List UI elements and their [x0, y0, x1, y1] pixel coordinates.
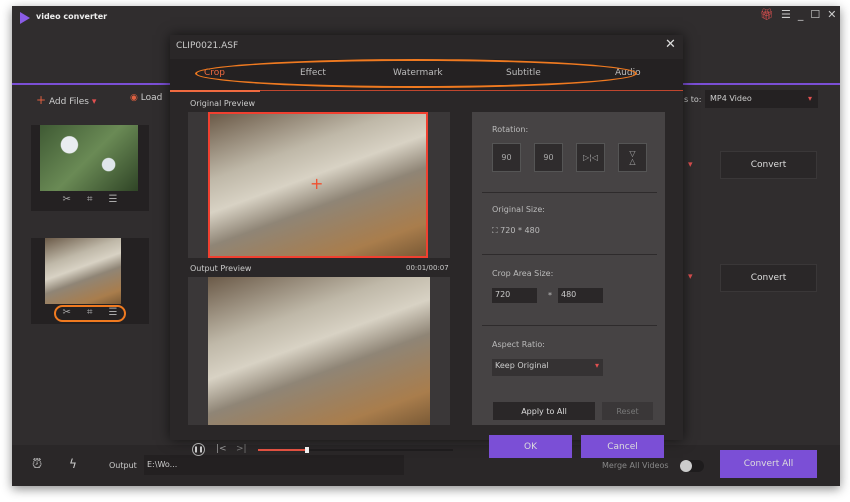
app-title: video converter	[36, 12, 108, 21]
add-files-button[interactable]: + Add Files ▾	[36, 93, 96, 107]
load-icon: ◉	[130, 93, 138, 103]
active-tab-indicator	[170, 90, 260, 92]
menu-icon[interactable]: ☰	[781, 8, 791, 21]
divider	[482, 254, 657, 255]
effects-icon[interactable]: ☰	[109, 194, 118, 205]
dropdown-icon[interactable]: ▾	[92, 97, 97, 107]
output-preview-label: Output Preview	[190, 264, 252, 273]
crosshair-icon[interactable]: +	[310, 174, 323, 193]
pause-icon[interactable]: ❚❚	[192, 443, 205, 456]
file-thumbnail-1[interactable]: ✂ ⌗ ☰	[31, 125, 149, 211]
original-size-value: 720 * 480	[500, 226, 540, 235]
original-size-label: Original Size:	[492, 205, 545, 214]
dialog-title: CLIP0021.ASF	[176, 41, 239, 51]
crop-separator: *	[548, 291, 552, 300]
crop-height-input[interactable]: 480	[558, 288, 603, 303]
maximize-icon[interactable]: ☐	[810, 8, 820, 21]
crop-width-input[interactable]: 720	[492, 288, 537, 303]
tabs-highlight-oval	[195, 59, 637, 88]
output-label: Output	[109, 461, 137, 470]
convert-button-2[interactable]: Convert	[720, 264, 817, 292]
reset-button[interactable]: Reset	[602, 402, 653, 420]
convert-to-label: s to:	[684, 95, 702, 104]
crop-icon[interactable]: ⌗	[87, 194, 93, 205]
dropdown-icon[interactable]: ▾	[688, 160, 693, 170]
prev-frame-icon[interactable]: |<	[216, 444, 227, 454]
close-dialog-icon[interactable]: ✕	[665, 37, 676, 52]
plus-icon: +	[36, 93, 47, 107]
divider	[482, 192, 657, 193]
aspect-ratio-select[interactable]: Keep Original ▾	[492, 359, 603, 376]
crop-area-label: Crop Area Size:	[492, 269, 554, 278]
original-preview: +	[188, 112, 450, 258]
trim-icon[interactable]: ✂	[63, 194, 71, 205]
file-thumbnail-2[interactable]: ✂ ⌗ ☰	[31, 238, 149, 324]
gift-icon[interactable]: 🎁︎	[760, 8, 774, 21]
rotate-left-icon[interactable]: 90	[492, 143, 521, 172]
close-icon[interactable]: ✕	[827, 8, 836, 21]
bottom-bar: ⏰︎ ϟ Output E:\Wo... Merge All Videos Co…	[12, 445, 840, 486]
flip-horizontal-icon[interactable]: ▷¦◁	[576, 143, 605, 172]
highlight-oval	[54, 305, 126, 322]
output-path[interactable]: E:\Wo...	[144, 455, 404, 475]
convert-button-1[interactable]: Convert	[720, 151, 817, 179]
apply-to-all-button[interactable]: Apply to All	[493, 402, 595, 420]
flip-vertical-icon[interactable]: ▽ △	[618, 143, 647, 172]
rotate-right-icon[interactable]: 90	[534, 143, 563, 172]
original-preview-label: Original Preview	[190, 99, 255, 108]
ok-button[interactable]: OK	[489, 435, 572, 458]
rotation-label: Rotation:	[492, 125, 529, 134]
size-icon: ⛶	[492, 226, 498, 235]
merge-label: Merge All Videos	[602, 461, 669, 470]
dropdown-icon[interactable]: ▾	[688, 272, 693, 282]
output-preview	[188, 277, 450, 425]
minimize-icon[interactable]: _	[798, 8, 804, 21]
cancel-button[interactable]: Cancel	[581, 435, 664, 458]
lightning-icon[interactable]: ϟ	[69, 457, 77, 471]
crop-dialog: CLIP0021.ASF ✕ Crop Effect Watermark Sub…	[170, 35, 683, 458]
crop-settings-panel: Rotation: 90 90 ▷¦◁ ▽ △ Original Size: ⛶ …	[472, 112, 665, 425]
format-select[interactable]: MP4 Video ▾	[705, 90, 818, 108]
next-frame-icon[interactable]: >|	[236, 444, 247, 454]
app-logo-icon	[20, 12, 30, 24]
time-display: 00:01/00:07	[406, 264, 449, 272]
convert-all-button[interactable]: Convert All	[720, 450, 817, 478]
alarm-icon[interactable]: ⏰︎	[32, 457, 42, 472]
divider	[482, 325, 657, 326]
merge-toggle[interactable]	[680, 460, 704, 472]
progress-slider[interactable]	[258, 447, 453, 453]
aspect-ratio-label: Aspect Ratio:	[492, 340, 545, 349]
load-button[interactable]: ◉ Load	[130, 93, 162, 103]
